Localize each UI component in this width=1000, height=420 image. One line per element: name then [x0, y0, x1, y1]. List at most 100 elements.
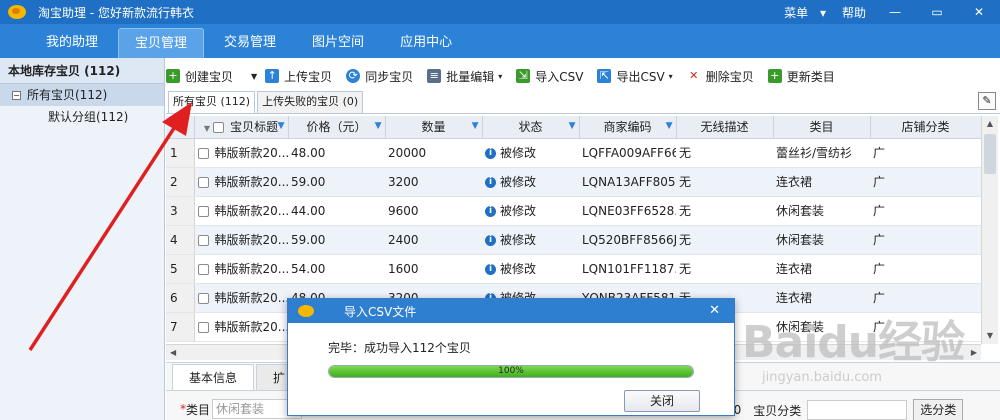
menu-button[interactable]: 菜单 ▾ — [776, 4, 826, 21]
row-checkbox[interactable] — [197, 293, 209, 304]
nav-tab-assistant[interactable]: 我的助理 — [30, 28, 114, 58]
column-header-price[interactable]: 价格（元） ▼ — [288, 116, 386, 139]
cell-shop-category-text: 广 — [873, 175, 886, 189]
column-header-title[interactable]: ▼ 宝贝标题 ▼ — [194, 116, 289, 139]
scroll-left-icon[interactable]: ◀ — [170, 348, 176, 357]
help-button[interactable]: 帮助 — [842, 4, 866, 21]
filter-icon[interactable]: ▼ — [375, 121, 382, 131]
nav-tab-items[interactable]: 宝贝管理 — [118, 28, 205, 58]
cell-shop-category: 广 — [870, 138, 981, 168]
scroll-down-icon[interactable]: ▼ — [982, 328, 998, 344]
filter-icon[interactable]: ▼ — [569, 121, 576, 131]
filter-icon[interactable]: ▼ — [278, 121, 285, 131]
cell-category: 连衣裙 — [773, 254, 870, 284]
column-header-status[interactable]: 状态 ▼ — [482, 116, 580, 139]
shop-category-input[interactable] — [807, 400, 908, 420]
cell-shop-category-text: 广 — [873, 204, 886, 218]
scrollbar-thumb[interactable] — [984, 134, 996, 174]
cell-code-text: LQNA13AFF805... — [582, 174, 676, 189]
row-checkbox[interactable] — [197, 264, 209, 275]
column-header-category[interactable]: 类目 — [773, 116, 871, 139]
delete-item-button[interactable]: ✕ 删除宝贝 — [687, 68, 754, 85]
cell-code-text: LQNE03FF6528... — [582, 203, 676, 218]
close-button[interactable]: 关闭 — [624, 390, 700, 412]
cell-wireless: 无 — [676, 196, 773, 226]
edit-icon[interactable]: ✎ — [978, 92, 996, 110]
filter-icon[interactable]: ▼ — [666, 121, 673, 131]
export-csv-button[interactable]: ⇱ 导出CSV ▾ — [597, 68, 673, 85]
cell-category-text: 休闲套装 — [776, 204, 825, 218]
close-icon[interactable]: ✕ — [966, 5, 992, 19]
sort-icon[interactable]: ▼ — [204, 124, 210, 133]
dialog-close-icon[interactable]: ✕ — [709, 303, 720, 318]
row-checkbox[interactable] — [197, 177, 209, 188]
minimize-icon[interactable]: — — [882, 5, 908, 19]
title-bar: 淘宝助理 - 您好新款流行韩衣 菜单 ▾ 帮助 — ▭ ✕ — [0, 0, 1000, 24]
sidebar-item-all[interactable]: − 所有宝贝(112) — [0, 84, 164, 106]
row-number-text: 3 — [170, 203, 178, 218]
row-checkbox[interactable] — [197, 206, 209, 217]
table-row[interactable]: 1 韩版新款20...48.00 20000 i 被修改 LQFFA009AFF66...… — [166, 138, 981, 168]
cell-shop-category: 广 — [870, 312, 981, 342]
cell-wireless: 无 — [676, 225, 773, 255]
chevron-down-icon[interactable]: ▾ — [669, 72, 673, 81]
cell-quantity: 3200 — [385, 167, 482, 197]
import-csv-button[interactable]: ⇲ 导入CSV — [516, 68, 583, 85]
cell-code: LQFFA009AFF66... — [579, 138, 676, 168]
sync-item-button[interactable]: ⟳ 同步宝贝 — [346, 68, 413, 85]
create-item-button[interactable]: + 创建宝贝 — [166, 68, 233, 85]
cell-status-text: 被修改 — [500, 262, 537, 276]
cell-quantity: 9600 — [385, 196, 482, 226]
title-bar-controls: 菜单 ▾ 帮助 — ▭ ✕ — [768, 0, 1000, 24]
dialog-title-bar: 导入CSV文件 ✕ — [288, 299, 734, 323]
column-header-quantity[interactable]: 数量 ▼ — [385, 116, 483, 139]
tab-basic-info[interactable]: 基本信息 — [172, 364, 255, 390]
table-row[interactable]: 4 韩版新款20...59.00 2400 i 被修改 LQ520BFF8566J...无… — [166, 225, 981, 255]
nav-tab-trade[interactable]: 交易管理 — [208, 28, 292, 58]
table-row[interactable]: 2 韩版新款20...59.00 3200 i 被修改 LQNA13AFF805...无 连… — [166, 167, 981, 197]
nav-tab-images[interactable]: 图片空间 — [296, 28, 380, 58]
batch-edit-button[interactable]: ≡ 批量编辑 ▾ — [427, 68, 502, 85]
table-row[interactable]: 5 韩版新款20... 54.00 1600 i 被修改 LQN101FF1187... 无 连… — [166, 254, 981, 284]
row-number-text: 6 — [170, 290, 178, 305]
pick-category-button[interactable]: 选分类 — [913, 399, 964, 420]
tab-all-items[interactable]: 所有宝贝 (112) — [168, 91, 256, 113]
column-header-code[interactable]: 商家编码 ▼ — [579, 116, 677, 139]
vertical-scrollbar[interactable]: ▲ ▼ — [981, 116, 998, 344]
cell-title-text: 韩版新款20... — [214, 233, 289, 247]
tab-upload-failed[interactable]: 上传失败的宝贝 (0) — [257, 91, 364, 113]
cell-code-text: LQN101FF1187... — [582, 261, 676, 276]
maximize-icon[interactable]: ▭ — [924, 5, 950, 19]
update-category-button[interactable]: + 更新类目 — [767, 68, 835, 85]
row-number: 5 — [166, 254, 195, 284]
cell-status-text: 被修改 — [500, 146, 537, 160]
nav-tab-apps[interactable]: 应用中心 — [384, 28, 468, 58]
upload-item-button[interactable]: ↑ 上传宝贝 — [265, 68, 332, 85]
cell-code: LQNE03FF6528... — [579, 196, 676, 226]
filter-icon[interactable]: ▼ — [472, 121, 479, 131]
cell-category: 休闲套装 — [773, 225, 870, 255]
main-nav: 我的助理 宝贝管理 交易管理 图片空间 应用中心 — [0, 24, 1000, 58]
cell-category-text: 蕾丝衫/雪纺衫 — [776, 146, 853, 160]
table-row[interactable]: 3 韩版新款20... 44.00 9600 i 被修改 LQNE03FF6528... 无 休… — [166, 196, 981, 226]
row-number: 4 — [166, 225, 195, 255]
select-all-checkbox[interactable] — [213, 122, 225, 134]
row-number: 3 — [166, 196, 195, 226]
scroll-up-icon[interactable]: ▲ — [982, 116, 998, 132]
info-icon: i — [485, 177, 496, 188]
column-header-wireless[interactable]: 无线描述 — [676, 116, 774, 139]
row-checkbox[interactable] — [197, 235, 209, 246]
scroll-right-icon[interactable]: ▶ — [971, 348, 977, 357]
plus-icon: + — [166, 69, 180, 83]
cell-status-text: 被修改 — [500, 175, 537, 189]
row-checkbox[interactable] — [197, 322, 209, 333]
collapse-icon[interactable]: − — [12, 90, 21, 100]
cell-shop-category-text: 广 — [873, 233, 886, 247]
create-dropdown-icon[interactable]: ▼ — [247, 72, 257, 81]
chevron-down-icon[interactable]: ▾ — [498, 72, 502, 81]
row-checkbox[interactable] — [197, 148, 209, 159]
column-header-shop-category[interactable]: 店铺分类 — [870, 116, 981, 139]
window-title: 淘宝助理 - 您好新款流行韩衣 — [38, 5, 194, 20]
sidebar-item-default-group[interactable]: 默认分组(112) — [0, 106, 164, 128]
info-icon: i — [485, 148, 496, 159]
